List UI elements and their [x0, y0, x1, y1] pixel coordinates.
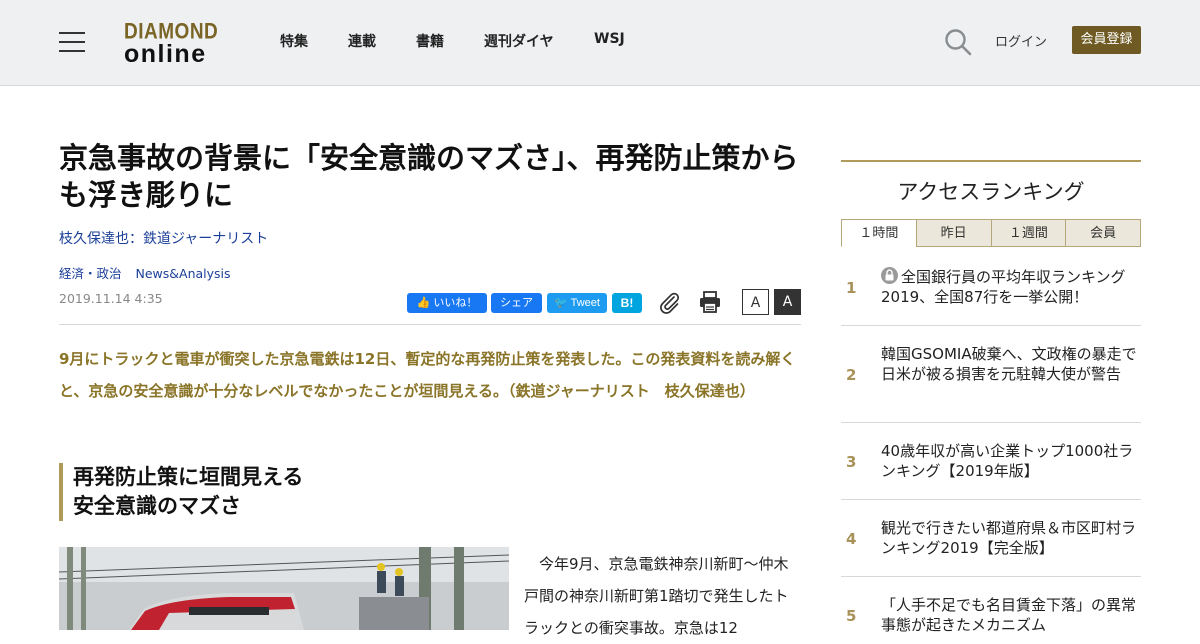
article-subheading: 再発防止策に垣間見える 安全意識のマズさ [59, 463, 473, 521]
tweet-button[interactable]: 🐦 Tweet [547, 293, 607, 313]
article-photo [59, 547, 509, 630]
clip-icon[interactable] [657, 290, 681, 314]
rank-title: 全国銀行員の平均年収ランキング2019、全国87行を一挙公開！ [881, 267, 1139, 307]
ranking-item[interactable]: 5 「人手不足でも名目賃金下落」の異常事態が起きたメカニズム [841, 577, 1141, 637]
rank-number: 5 [846, 607, 857, 625]
tab-yesterday[interactable]: 昨日 [915, 219, 992, 247]
nav-rensai[interactable]: 連載 [348, 31, 376, 51]
thumbs-up-icon: 👍 [416, 297, 431, 309]
ranking-item[interactable]: 2 韓国GSOMIA破棄へ、文政権の暴走で日米が被る損害を元駐韓大使が警告 [841, 326, 1141, 423]
divider [59, 324, 801, 325]
font-size-normal-button[interactable]: A [742, 289, 769, 315]
ranking-tabs: １時間 昨日 １週間 会員 [841, 219, 1141, 247]
article-title: 京急事故の背景に「安全意識のマズさ」、再発防止策からも浮き彫りに [59, 141, 799, 212]
nav-tokushu[interactable]: 特集 [280, 31, 308, 51]
nav-shoseki[interactable]: 書籍 [416, 31, 444, 51]
login-link[interactable]: ログイン [995, 31, 1047, 50]
facebook-share-button[interactable]: シェア [491, 293, 542, 313]
menu-icon[interactable] [59, 32, 85, 52]
tab-members[interactable]: 会員 [1065, 219, 1141, 247]
rank-title: 「人手不足でも名目賃金下落」の異常事態が起きたメカニズム [881, 596, 1137, 634]
site-header: DIAMOND online 特集 連載 書籍 週刊ダイヤ WSJ ログイン 会… [0, 0, 1200, 86]
ranking-item[interactable]: 3 40歳年収が高い企業トップ1000社ランキング【2019年版】 [841, 423, 1141, 500]
tag-news-analysis[interactable]: News&Analysis [136, 266, 231, 281]
rank-title-text: 全国銀行員の平均年収ランキング2019、全国87行を一挙公開！ [881, 268, 1126, 306]
twitter-bird-icon: 🐦 [554, 297, 568, 309]
rank-title: 40歳年収が高い企業トップ1000社ランキング【2019年版】 [881, 442, 1134, 480]
nav-weekly-diamond[interactable]: 週刊ダイヤ [484, 31, 554, 51]
article-tags: 経済・政治 News&Analysis [59, 263, 241, 282]
hatena-bookmark-button[interactable]: B! [612, 293, 642, 313]
font-size-large-button[interactable]: A [774, 289, 801, 315]
subheading-text: 再発防止策に垣間見える 安全意識のマズさ [73, 465, 304, 518]
rank-number: 1 [846, 279, 857, 297]
tab-1hour[interactable]: １時間 [841, 219, 917, 247]
tweet-label: Tweet [570, 297, 600, 309]
publish-date: 2019.11.14 4:35 [59, 291, 163, 306]
ranking-title: アクセスランキング [897, 180, 1085, 204]
print-icon[interactable] [698, 290, 722, 314]
rank-title: 観光で行きたい都道府県＆市区町村ランキング2019【完全版】 [881, 519, 1137, 557]
like-label: いいね！ [433, 297, 478, 309]
ranking-top-border [841, 160, 1141, 162]
rank-title: 韓国GSOMIA破棄へ、文政権の暴走で日米が被る損害を元駐韓大使が警告 [881, 345, 1137, 383]
ranking-item[interactable]: 4 観光で行きたい都道府県＆市区町村ランキング2019【完全版】 [841, 500, 1141, 577]
lock-icon [881, 267, 898, 284]
rank-number: 4 [846, 530, 857, 548]
site-logo[interactable]: DIAMOND online [124, 20, 226, 68]
tab-1week[interactable]: １週間 [990, 219, 1067, 247]
register-button[interactable]: 会員登録 [1072, 26, 1141, 54]
rank-number: 2 [846, 366, 857, 384]
nav-wsj[interactable]: WSJ [594, 31, 625, 47]
facebook-like-button[interactable]: 👍 いいね！ [407, 293, 487, 313]
tag-economy-politics[interactable]: 経済・政治 [59, 266, 122, 281]
rank-number: 3 [846, 453, 857, 471]
author-link[interactable]: 枝久保達也：鉄道ジャーナリスト [59, 228, 268, 248]
logo-online: online [124, 40, 207, 68]
ranking-item[interactable]: 1 全国銀行員の平均年収ランキング2019、全国87行を一挙公開！ [841, 248, 1141, 326]
search-icon[interactable] [944, 28, 972, 56]
article-lead: 9月にトラックと電車が衝突した京急電鉄は12日、暫定的な再発防止策を発表した。こ… [59, 350, 796, 400]
